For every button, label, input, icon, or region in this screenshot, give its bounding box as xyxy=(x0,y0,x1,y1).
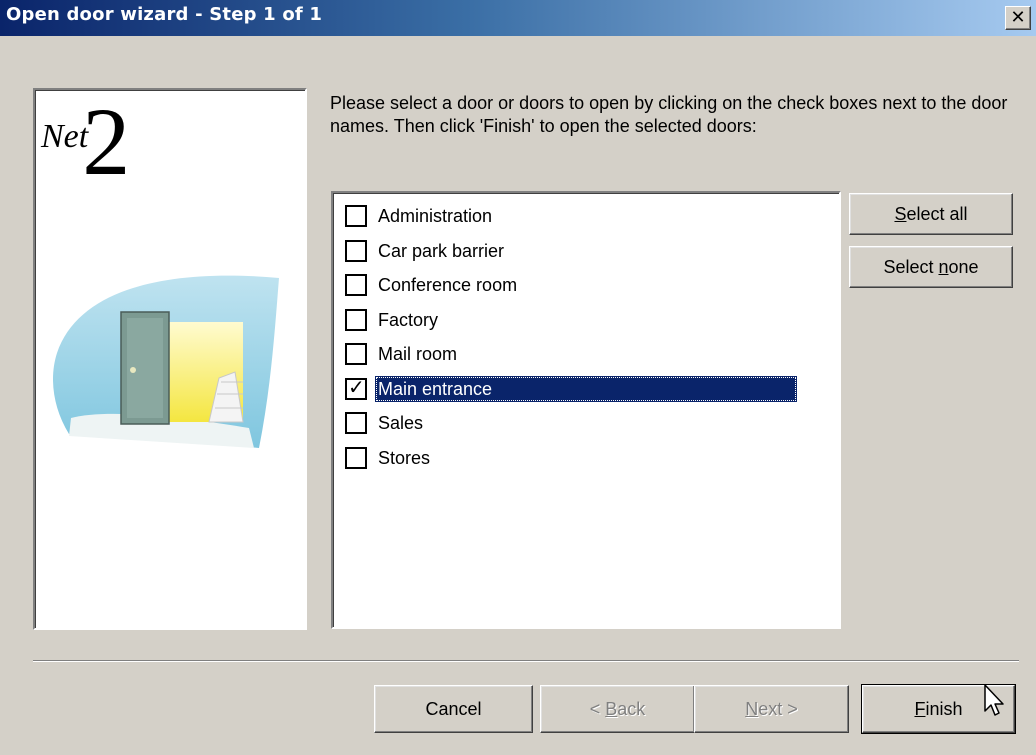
door-checkbox[interactable] xyxy=(345,239,367,262)
wizard-image-panel: Net2 xyxy=(33,88,307,630)
open-door-illustration xyxy=(53,275,279,448)
back-label-before: < xyxy=(589,699,606,719)
door-checkbox[interactable] xyxy=(345,205,367,227)
select-all-button[interactable]: Select all xyxy=(849,193,1013,235)
select-none-button[interactable]: Select none xyxy=(849,246,1013,288)
door-list-item[interactable]: Administration xyxy=(343,201,839,231)
door-checkbox[interactable] xyxy=(345,274,367,296)
door-list-item[interactable]: Stores xyxy=(343,443,839,473)
checkmark-icon: ✓ xyxy=(348,374,365,399)
door-list-item[interactable]: Sales xyxy=(343,408,839,438)
next-label-rest: ext > xyxy=(758,699,798,719)
door-name: Stores xyxy=(378,447,431,468)
mnemonic-n-next: N xyxy=(745,699,759,719)
logo-prefix: Net xyxy=(41,118,89,155)
door-name: Sales xyxy=(378,413,424,433)
finish-label-rest: inish xyxy=(925,699,963,719)
door-name: Administration xyxy=(378,206,493,226)
door-list-item[interactable]: Conference room xyxy=(343,270,839,300)
select-all-label: elect all xyxy=(906,204,968,224)
door-name: Car park barrier xyxy=(378,240,505,261)
door-checkbox[interactable]: ✓ xyxy=(345,374,367,400)
door-list[interactable]: Administration Car park barrier Conference… xyxy=(331,191,841,629)
door-list-item[interactable]: Car park barrier xyxy=(343,236,839,266)
back-button[interactable]: < Back xyxy=(540,685,695,733)
door-name: Main entrance xyxy=(375,375,797,402)
door-name: Conference room xyxy=(378,275,518,295)
footer-separator xyxy=(33,660,1019,662)
mouse-pointer-icon xyxy=(984,684,1004,716)
mnemonic-s: S xyxy=(894,204,907,224)
door-list-item[interactable]: Factory xyxy=(343,305,839,335)
select-none-label-rest: one xyxy=(948,257,979,277)
door-name: Factory xyxy=(378,309,439,330)
net2-logo: Net2 xyxy=(41,94,130,190)
cancel-label: Cancel xyxy=(425,699,482,719)
mnemonic-n: n xyxy=(938,257,949,277)
title-bar: Open door wizard - Step 1 of 1 ✕ xyxy=(0,0,1036,36)
cancel-button[interactable]: Cancel xyxy=(374,685,533,733)
door-checkbox[interactable] xyxy=(345,308,367,331)
close-button[interactable]: ✕ xyxy=(1005,6,1031,30)
next-button[interactable]: Next > xyxy=(694,685,849,733)
back-label-rest: ack xyxy=(617,699,646,719)
select-none-label-before: Select xyxy=(883,257,939,277)
mnemonic-f: F xyxy=(914,699,926,719)
door-checkbox[interactable] xyxy=(345,412,367,434)
door-name: Mail room xyxy=(378,344,458,364)
door-checkbox[interactable] xyxy=(345,343,367,365)
close-icon: ✕ xyxy=(1010,7,1026,28)
door-checkbox[interactable] xyxy=(345,446,367,469)
door-list-item[interactable]: Mail room xyxy=(343,339,839,369)
window-title: Open door wizard - Step 1 of 1 xyxy=(6,4,323,25)
door-list-item[interactable]: ✓ Main entrance xyxy=(343,374,839,404)
mnemonic-b: B xyxy=(605,699,618,719)
instructions-text: Please select a door or doors to open by… xyxy=(330,93,1008,136)
logo-number: 2 xyxy=(82,88,131,195)
